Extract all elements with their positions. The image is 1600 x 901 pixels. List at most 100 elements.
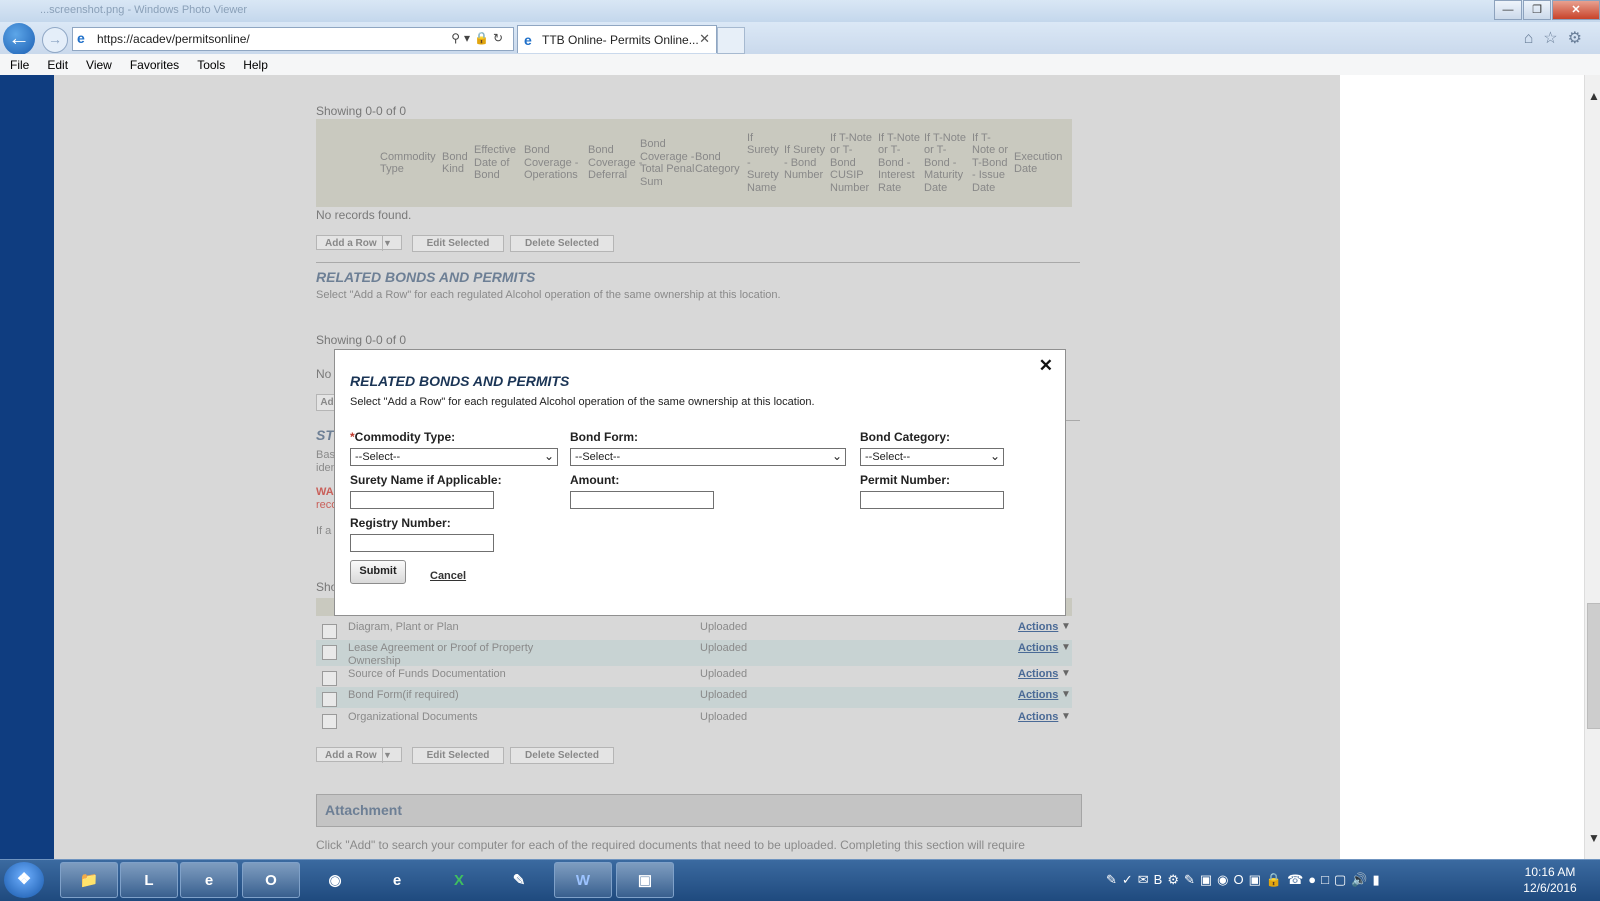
document-status: Uploaded: [700, 668, 748, 680]
col-surety-bond-number[interactable]: If Surety - Bond Number: [784, 119, 828, 207]
document-status: Uploaded: [700, 711, 748, 723]
commodity-type-value: --Select--: [355, 451, 401, 463]
address-tools-icons[interactable]: ⚲▾🔒↻: [451, 31, 507, 45]
bond-category-select[interactable]: --Select-- ⌄: [860, 448, 1004, 466]
col-effective-date[interactable]: Effective Date of Bond: [474, 119, 524, 207]
row-checkbox[interactable]: [322, 671, 337, 686]
hidden-text-1: Bas: [316, 449, 335, 461]
actions-link[interactable]: Actions: [1018, 642, 1058, 654]
submit-button[interactable]: Submit: [350, 560, 406, 584]
row-checkbox[interactable]: [322, 714, 337, 729]
system-clock[interactable]: 10:16 AM 12/6/2016: [1510, 864, 1590, 896]
row-checkbox[interactable]: [322, 645, 337, 660]
chevron-down-icon[interactable]: ▼: [382, 748, 401, 763]
related-showing-count: Showing 0-0 of 0: [316, 333, 407, 347]
address-bar[interactable]: e https://acadev/permitsonline/ ⚲▾🔒↻: [72, 27, 514, 51]
vertical-scrollbar[interactable]: ▲ ▼: [1584, 75, 1600, 859]
col-issue-date[interactable]: If T-Note or T-Bond - Issue Date: [972, 119, 1012, 207]
bonds-no-records: No records found.: [316, 208, 412, 222]
back-button[interactable]: ←: [3, 23, 35, 55]
lync-icon[interactable]: L: [120, 862, 178, 898]
new-tab-button[interactable]: [717, 27, 745, 54]
internet-explorer-icon[interactable]: e: [180, 862, 238, 898]
documents-add-row-button[interactable]: Add a Row ▼: [316, 747, 402, 763]
bonds-add-row-button[interactable]: Add a Row ▼: [316, 235, 402, 251]
start-button[interactable]: ❖: [4, 862, 44, 898]
menu-favorites[interactable]: Favorites: [120, 54, 187, 72]
internet-explorer-2-icon[interactable]: e: [368, 862, 426, 898]
col-bond-kind[interactable]: Bond Kind: [442, 119, 472, 207]
documents-edit-selected-button[interactable]: Edit Selected: [412, 747, 504, 764]
notepad-icon[interactable]: ✎: [490, 862, 548, 898]
tab-ttb-online[interactable]: e TTB Online- Permits Online... ✕: [517, 25, 717, 53]
col-interest-rate[interactable]: If T-Note or T-Bond - Interest Rate: [878, 119, 922, 207]
row-checkbox[interactable]: [322, 692, 337, 707]
table-row: Lease Agreement or Proof of Property Own…: [316, 640, 1072, 667]
browser-app-icon[interactable]: ◉: [306, 862, 364, 898]
col-commodity-type[interactable]: Commodity Type: [380, 119, 440, 207]
minimize-button[interactable]: —: [1494, 0, 1522, 20]
bonds-grid-header: Commodity Type Bond Kind Effective Date …: [316, 119, 1072, 207]
chevron-down-icon[interactable]: ▼: [1061, 642, 1071, 653]
col-execution-date[interactable]: Execution Date: [1014, 119, 1070, 207]
excel-icon[interactable]: X: [430, 862, 488, 898]
related-section-description: Select "Add a Row" for each regulated Al…: [316, 289, 781, 301]
home-favorites-settings-icons[interactable]: ⌂☆⚙: [1524, 28, 1592, 48]
surety-name-input[interactable]: [350, 491, 494, 509]
chevron-down-icon[interactable]: ▼: [1061, 668, 1071, 679]
menu-tools[interactable]: Tools: [187, 54, 233, 72]
clock-time: 10:16 AM: [1524, 865, 1576, 879]
col-coverage-deferral[interactable]: Bond Coverage - Deferral: [588, 119, 643, 207]
bond-form-select[interactable]: --Select-- ⌄: [570, 448, 846, 466]
col-bond-category[interactable]: Bond Category: [695, 119, 745, 207]
chevron-down-icon: ⌄: [831, 449, 842, 463]
actions-link[interactable]: Actions: [1018, 689, 1058, 701]
scroll-up-icon[interactable]: ▲: [1588, 89, 1600, 103]
actions-link[interactable]: Actions: [1018, 668, 1058, 680]
menu-edit[interactable]: Edit: [37, 54, 76, 72]
col-coverage-total[interactable]: Bond Coverage - Total Penal Sum: [640, 119, 695, 207]
bonds-showing-count: Showing 0-0 of 0: [316, 104, 407, 118]
tab-close-icon[interactable]: ✕: [699, 31, 710, 47]
actions-link[interactable]: Actions: [1018, 711, 1058, 723]
menu-view[interactable]: View: [76, 54, 120, 72]
chevron-down-icon[interactable]: ▼: [382, 236, 401, 251]
menu-file[interactable]: File: [0, 54, 37, 72]
registry-number-input[interactable]: [350, 534, 494, 552]
explorer-icon[interactable]: 📁: [60, 862, 118, 898]
bonds-delete-selected-button[interactable]: Delete Selected: [510, 235, 614, 252]
commodity-type-label: *Commodity Type:: [350, 430, 455, 444]
documents-add-row-label: Add a Row: [325, 750, 377, 761]
permit-number-input[interactable]: [860, 491, 1004, 509]
col-cusip-number[interactable]: If T-Note or T-Bond CUSIP Number: [830, 119, 876, 207]
word-icon[interactable]: W: [554, 862, 612, 898]
section-divider: [316, 262, 1080, 263]
photo-viewer-icon[interactable]: ▣: [616, 862, 674, 898]
close-icon[interactable]: ✕: [1039, 356, 1053, 376]
actions-link[interactable]: Actions: [1018, 621, 1058, 633]
menu-bar: File Edit View Favorites Tools Help: [0, 54, 1600, 76]
outlook-icon[interactable]: O: [242, 862, 300, 898]
forward-button[interactable]: →: [42, 27, 68, 53]
maximize-button[interactable]: ❐: [1523, 0, 1551, 20]
cancel-link[interactable]: Cancel: [430, 570, 466, 582]
col-coverage-operations[interactable]: Bond Coverage - Operations: [524, 119, 588, 207]
chevron-down-icon[interactable]: ▼: [1061, 689, 1071, 700]
attachment-title: Attachment: [325, 802, 403, 818]
scroll-down-icon[interactable]: ▼: [1588, 831, 1600, 845]
bonds-edit-selected-button[interactable]: Edit Selected: [412, 235, 504, 252]
system-tray-icons[interactable]: ✎✓✉B⚙✎▣◉O▣🔒☎●□▢🔊▮: [1106, 872, 1385, 888]
bonds-add-row-label: Add a Row: [325, 238, 377, 249]
menu-help[interactable]: Help: [233, 54, 276, 72]
row-checkbox[interactable]: [322, 624, 337, 639]
commodity-type-select[interactable]: --Select-- ⌄: [350, 448, 558, 466]
chevron-down-icon[interactable]: ▼: [1061, 621, 1071, 632]
col-surety-name[interactable]: If Surety - Surety Name: [747, 119, 783, 207]
documents-delete-selected-button[interactable]: Delete Selected: [510, 747, 614, 764]
bond-form-value: --Select--: [575, 451, 621, 463]
col-maturity-date[interactable]: If T-Note or T-Bond - Maturity Date: [924, 119, 970, 207]
close-window-button[interactable]: ✕: [1552, 0, 1600, 20]
chevron-down-icon[interactable]: ▼: [1061, 711, 1071, 722]
amount-input[interactable]: [570, 491, 714, 509]
scrollbar-thumb[interactable]: [1587, 603, 1600, 729]
